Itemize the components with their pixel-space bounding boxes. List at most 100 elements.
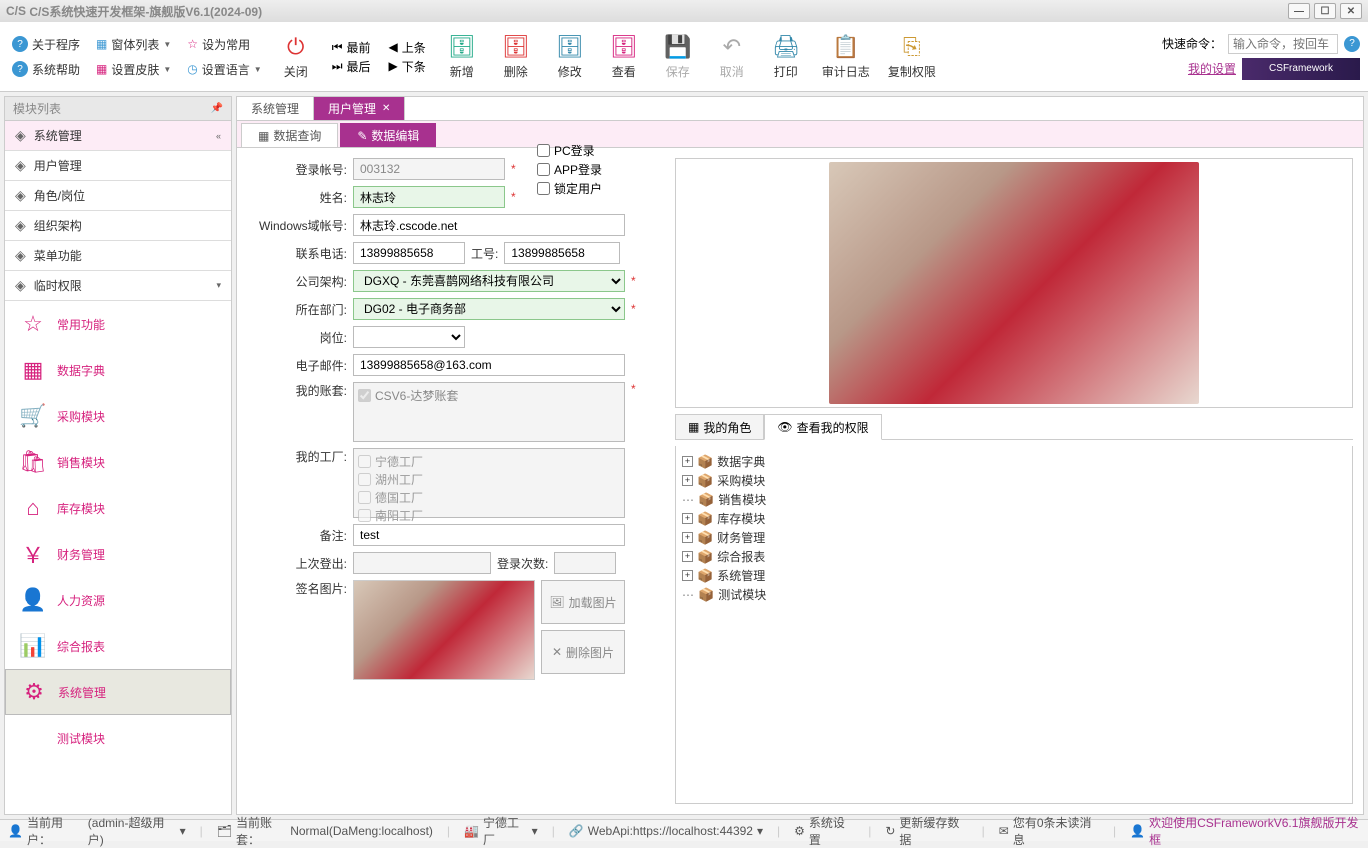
tab[interactable]: 用户管理✕ bbox=[314, 97, 405, 120]
expand-icon[interactable]: + bbox=[682, 475, 693, 486]
sidebar-item[interactable]: ◈系统管理« bbox=[5, 121, 231, 151]
my-settings-link[interactable]: 我的设置 bbox=[1188, 60, 1236, 77]
nav-first[interactable]: ⏮最前 bbox=[332, 39, 371, 56]
sidebar-module[interactable]: ⚙系统管理 bbox=[5, 669, 231, 715]
sidebar-item[interactable]: ◈用户管理 bbox=[5, 151, 231, 181]
sidebar-module[interactable]: ⌂库存模块 bbox=[5, 485, 231, 531]
email-input[interactable] bbox=[353, 354, 625, 376]
factory-checkbox[interactable]: 南阳工厂 bbox=[358, 507, 620, 524]
sidebar-module[interactable]: 🛍销售模块 bbox=[5, 439, 231, 485]
tree-node[interactable]: ⋯📦测试模块 bbox=[682, 585, 1346, 604]
sidebar-item[interactable]: ◈角色/岗位 bbox=[5, 181, 231, 211]
lang-link[interactable]: ◷设置语言▼ bbox=[183, 59, 265, 80]
audit-button[interactable]: 📋审计日志 bbox=[822, 33, 870, 80]
expand-icon[interactable]: + bbox=[682, 532, 693, 543]
sidebar-module[interactable]: 📊综合报表 bbox=[5, 623, 231, 669]
factory-checkbox[interactable]: 湖州工厂 bbox=[358, 471, 620, 488]
expand-icon[interactable]: + bbox=[682, 456, 693, 467]
myfactory-list[interactable]: 宁德工厂湖州工厂德国工厂南阳工厂 bbox=[353, 448, 625, 518]
module-icon: ￥ bbox=[19, 540, 47, 568]
delete-image-button[interactable]: ✕ 删除图片 bbox=[541, 630, 625, 674]
load-image-button[interactable]: 🖼 加载图片 bbox=[541, 580, 625, 624]
star-icon: ☆ bbox=[187, 37, 198, 51]
help-link[interactable]: ?系统帮助 bbox=[8, 59, 84, 80]
subtab[interactable]: ▦数据查询 bbox=[241, 123, 338, 147]
phone-label: 联系电话: bbox=[247, 245, 347, 262]
status-refresh[interactable]: ↻ 更新缓存数据 bbox=[885, 814, 967, 848]
factory-checkbox[interactable]: 宁德工厂 bbox=[358, 453, 620, 470]
myacct-list[interactable]: CSV6-达梦账套 bbox=[353, 382, 625, 442]
print-button[interactable]: 🖨打印 bbox=[768, 33, 804, 80]
nav-next[interactable]: ▶下条 bbox=[389, 58, 426, 75]
edit-button[interactable]: 🗄修改 bbox=[552, 33, 588, 80]
logincount-label: 登录次数: bbox=[497, 555, 548, 572]
lastlogout-input bbox=[353, 552, 491, 574]
sidebar-item[interactable]: ◈菜单功能 bbox=[5, 241, 231, 271]
sidebar-module[interactable]: ▦数据字典 bbox=[5, 347, 231, 393]
set-common-link[interactable]: ☆设为常用 bbox=[183, 34, 254, 55]
skin-link[interactable]: ▦设置皮肤▼ bbox=[92, 59, 175, 80]
company-select[interactable]: DGXQ - 东莞喜鹊网络科技有限公司 bbox=[353, 270, 625, 292]
close-tab-icon[interactable]: ✕ bbox=[382, 103, 390, 114]
window-list-link[interactable]: ▦窗体列表▼ bbox=[92, 34, 175, 55]
nav-last[interactable]: ⏭最后 bbox=[332, 58, 371, 75]
expand-icon[interactable]: + bbox=[682, 513, 693, 524]
quick-cmd-input[interactable] bbox=[1228, 34, 1338, 54]
tree-node[interactable]: +📦数据字典 bbox=[682, 452, 1346, 471]
sidebar-module[interactable]: 测试模块 bbox=[5, 715, 231, 761]
minimize-button[interactable]: — bbox=[1288, 3, 1310, 19]
last-icon: ⏭ bbox=[332, 59, 343, 74]
expand-icon[interactable]: + bbox=[682, 570, 693, 581]
sidebar-module[interactable]: ￥财务管理 bbox=[5, 531, 231, 577]
tree-node[interactable]: +📦综合报表 bbox=[682, 547, 1346, 566]
right-tab[interactable]: 👁查看我的权限 bbox=[764, 414, 881, 440]
about-link[interactable]: ?关于程序 bbox=[8, 34, 84, 55]
sidebar-module[interactable]: ☆常用功能 bbox=[5, 301, 231, 347]
lock-user-checkbox[interactable]: 锁定用户 bbox=[537, 180, 602, 197]
main-toolbar: ?关于程序 ▦窗体列表▼ ☆设为常用 ?系统帮助 ▦设置皮肤▼ ◷设置语言▼ ⏻… bbox=[0, 22, 1368, 92]
nav-prev[interactable]: ◀上条 bbox=[389, 39, 426, 56]
dept-select[interactable]: DG02 - 电子商务部 bbox=[353, 298, 625, 320]
tree-node[interactable]: ⋯📦销售模块 bbox=[682, 490, 1346, 509]
status-factory[interactable]: 🏭 宁德工厂 ▾ bbox=[464, 814, 538, 848]
post-select[interactable] bbox=[353, 326, 465, 348]
folder-icon: 📦 bbox=[697, 454, 713, 470]
pin-icon[interactable]: 📌 bbox=[211, 103, 223, 114]
view-button[interactable]: 🗄查看 bbox=[606, 33, 642, 80]
copy-perm-button[interactable]: ⎘复制权限 bbox=[888, 33, 936, 80]
name-input[interactable] bbox=[353, 186, 505, 208]
sidebar-module[interactable]: 👤人力资源 bbox=[5, 577, 231, 623]
right-tab[interactable]: ▦我的角色 bbox=[675, 414, 764, 439]
tab[interactable]: 系统管理 bbox=[237, 97, 314, 120]
empno-input[interactable] bbox=[504, 242, 620, 264]
phone-input[interactable] bbox=[353, 242, 465, 264]
folder-icon: 📦 bbox=[697, 549, 713, 565]
tree-node[interactable]: +📦系统管理 bbox=[682, 566, 1346, 585]
delete-button[interactable]: 🗄删除 bbox=[498, 33, 534, 80]
pc-login-checkbox[interactable]: PC登录 bbox=[537, 142, 602, 159]
status-settings[interactable]: ⚙ 系统设置 bbox=[794, 814, 854, 848]
tree-node[interactable]: +📦库存模块 bbox=[682, 509, 1346, 528]
factory-checkbox[interactable]: 德国工厂 bbox=[358, 489, 620, 506]
subtab[interactable]: ✎数据编辑 bbox=[340, 123, 436, 147]
tree-node[interactable]: +📦采购模块 bbox=[682, 471, 1346, 490]
close-window-button[interactable]: ✕ bbox=[1340, 3, 1362, 19]
remark-input[interactable] bbox=[353, 524, 625, 546]
sidebar-item[interactable]: ◈组织架构 bbox=[5, 211, 231, 241]
add-button[interactable]: 🗄新增 bbox=[444, 33, 480, 80]
close-button[interactable]: ⏻关闭 bbox=[278, 33, 314, 80]
myfactory-label: 我的工厂: bbox=[247, 448, 347, 465]
login-id-input[interactable] bbox=[353, 158, 505, 180]
sidebar-module[interactable]: 🛒采购模块 bbox=[5, 393, 231, 439]
tree-node[interactable]: +📦财务管理 bbox=[682, 528, 1346, 547]
status-user[interactable]: 👤 当前用户：(admin-超级用户) ▾ bbox=[8, 814, 186, 848]
app-login-checkbox[interactable]: APP登录 bbox=[537, 161, 602, 178]
expand-icon[interactable]: + bbox=[682, 551, 693, 562]
domain-input[interactable] bbox=[353, 214, 625, 236]
status-msg[interactable]: ✉ 您有0条未读消息 bbox=[999, 814, 1099, 848]
maximize-button[interactable]: ☐ bbox=[1314, 3, 1336, 19]
db-add-icon: 🗄 bbox=[448, 33, 476, 61]
sidebar-item[interactable]: ◈临时权限▾ bbox=[5, 271, 231, 301]
permission-tree[interactable]: +📦数据字典+📦采购模块⋯📦销售模块+📦库存模块+📦财务管理+📦综合报表+📦系统… bbox=[675, 446, 1353, 804]
cmd-help-icon[interactable]: ? bbox=[1344, 36, 1360, 52]
